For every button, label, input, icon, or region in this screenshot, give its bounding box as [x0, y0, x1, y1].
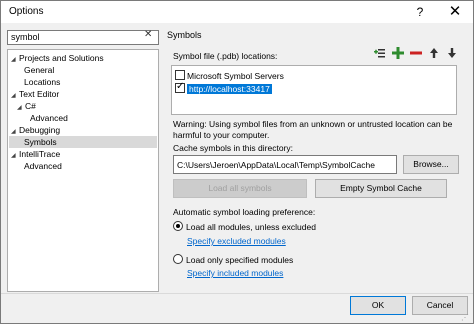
- options-dialog: Options ? ✕ symbol ✕ ◢ Projects and Solut…: [0, 0, 474, 324]
- tree-item-label: Text Editor: [19, 89, 60, 99]
- cache-directory-input[interactable]: C:\Users\Jeroen\AppData\Local\Temp\Symbo…: [173, 155, 397, 174]
- tree-item-locations[interactable]: Locations: [24, 76, 60, 88]
- ok-button[interactable]: OK: [350, 296, 406, 315]
- expand-arrow-icon[interactable]: ◢: [17, 102, 25, 114]
- browse-button[interactable]: Browse...: [403, 155, 459, 174]
- radio-label: Load all modules, unless excluded: [186, 222, 316, 232]
- window-title: Options: [9, 6, 44, 17]
- expand-arrow-icon[interactable]: ◢: [11, 54, 19, 66]
- move-down-button[interactable]: [444, 45, 460, 61]
- footer-divider: [1, 293, 473, 294]
- list-item[interactable]: Microsoft Symbol Servers: [175, 70, 284, 82]
- symbol-locations-list: Microsoft Symbol Servers http://localhos…: [171, 65, 457, 115]
- move-up-icon: [430, 48, 438, 58]
- radio-button[interactable]: [173, 221, 183, 231]
- tree-item-debugging[interactable]: ◢ Debugging: [11, 124, 60, 136]
- clear-search-icon[interactable]: ✕: [144, 29, 152, 40]
- list-item[interactable]: http://localhost:33417: [175, 81, 272, 95]
- add-icon: [392, 47, 404, 59]
- tree-item-label: C#: [25, 101, 36, 111]
- radio-button[interactable]: [173, 254, 183, 264]
- search-input[interactable]: symbol: [7, 30, 159, 45]
- close-button[interactable]: ✕: [441, 1, 469, 23]
- tree-item-label: Advanced: [30, 113, 68, 123]
- tree-item-symbols[interactable]: Symbols: [9, 136, 157, 148]
- cache-directory-label: Cache symbols in this directory:: [173, 143, 293, 153]
- specify-excluded-modules-link[interactable]: Specify excluded modules: [187, 236, 286, 246]
- empty-symbol-cache-button[interactable]: Empty Symbol Cache: [315, 179, 447, 198]
- location-checkbox[interactable]: [175, 81, 185, 93]
- location-label: Microsoft Symbol Servers: [187, 71, 284, 81]
- move-down-icon: [448, 48, 456, 58]
- remove-icon: [410, 51, 422, 55]
- tree-item-label: Debugging: [19, 125, 61, 135]
- add-button[interactable]: [390, 45, 406, 61]
- tree-item-csharp[interactable]: ◢ C#: [17, 100, 36, 112]
- resize-grip-icon[interactable]: ⋰: [461, 313, 469, 322]
- move-up-button[interactable]: [426, 45, 442, 61]
- add-location-button[interactable]: [372, 45, 388, 61]
- tree-item-text-editor[interactable]: ◢ Text Editor: [11, 88, 59, 100]
- location-checkbox[interactable]: [175, 70, 185, 80]
- remove-button[interactable]: [408, 45, 424, 61]
- tree-item-general[interactable]: General: [24, 64, 54, 76]
- tree-item-advanced-csharp[interactable]: Advanced: [30, 112, 68, 124]
- load-all-symbols-button[interactable]: Load all symbols: [173, 179, 307, 198]
- specify-included-modules-link[interactable]: Specify included modules: [187, 268, 283, 278]
- expand-arrow-icon[interactable]: ◢: [11, 150, 19, 162]
- options-tree: ◢ Projects and Solutions General Location…: [7, 49, 159, 292]
- tree-item-intellitrace[interactable]: ◢ IntelliTrace: [11, 148, 60, 160]
- load-all-modules-radio[interactable]: Load all modules, unless excluded: [173, 221, 316, 233]
- tree-item-projects-and-solutions[interactable]: ◢ Projects and Solutions: [11, 52, 104, 64]
- warning-text: Warning: Using symbol files from an unkn…: [173, 119, 453, 140]
- title-bar: Options ? ✕: [1, 1, 473, 23]
- location-label: http://localhost:33417: [187, 84, 272, 94]
- tree-item-label: General: [24, 65, 55, 75]
- section-title: Symbols: [167, 30, 202, 40]
- loading-preference-label: Automatic symbol loading preference:: [173, 207, 316, 217]
- tree-item-label: IntelliTrace: [19, 149, 61, 159]
- help-button[interactable]: ?: [406, 1, 434, 23]
- cancel-button[interactable]: Cancel: [412, 296, 468, 315]
- tree-item-label: Advanced: [24, 161, 62, 171]
- radio-label: Load only specified modules: [186, 255, 294, 265]
- load-specified-modules-radio[interactable]: Load only specified modules: [173, 254, 293, 266]
- add-location-icon: [374, 49, 385, 58]
- tree-item-advanced-intellitrace[interactable]: Advanced: [24, 160, 62, 172]
- symbol-locations-label: Symbol file (.pdb) locations:: [173, 51, 278, 61]
- tree-item-label: Locations: [24, 77, 61, 87]
- tree-item-label: Projects and Solutions: [19, 53, 104, 63]
- tree-item-label: Symbols: [24, 137, 57, 147]
